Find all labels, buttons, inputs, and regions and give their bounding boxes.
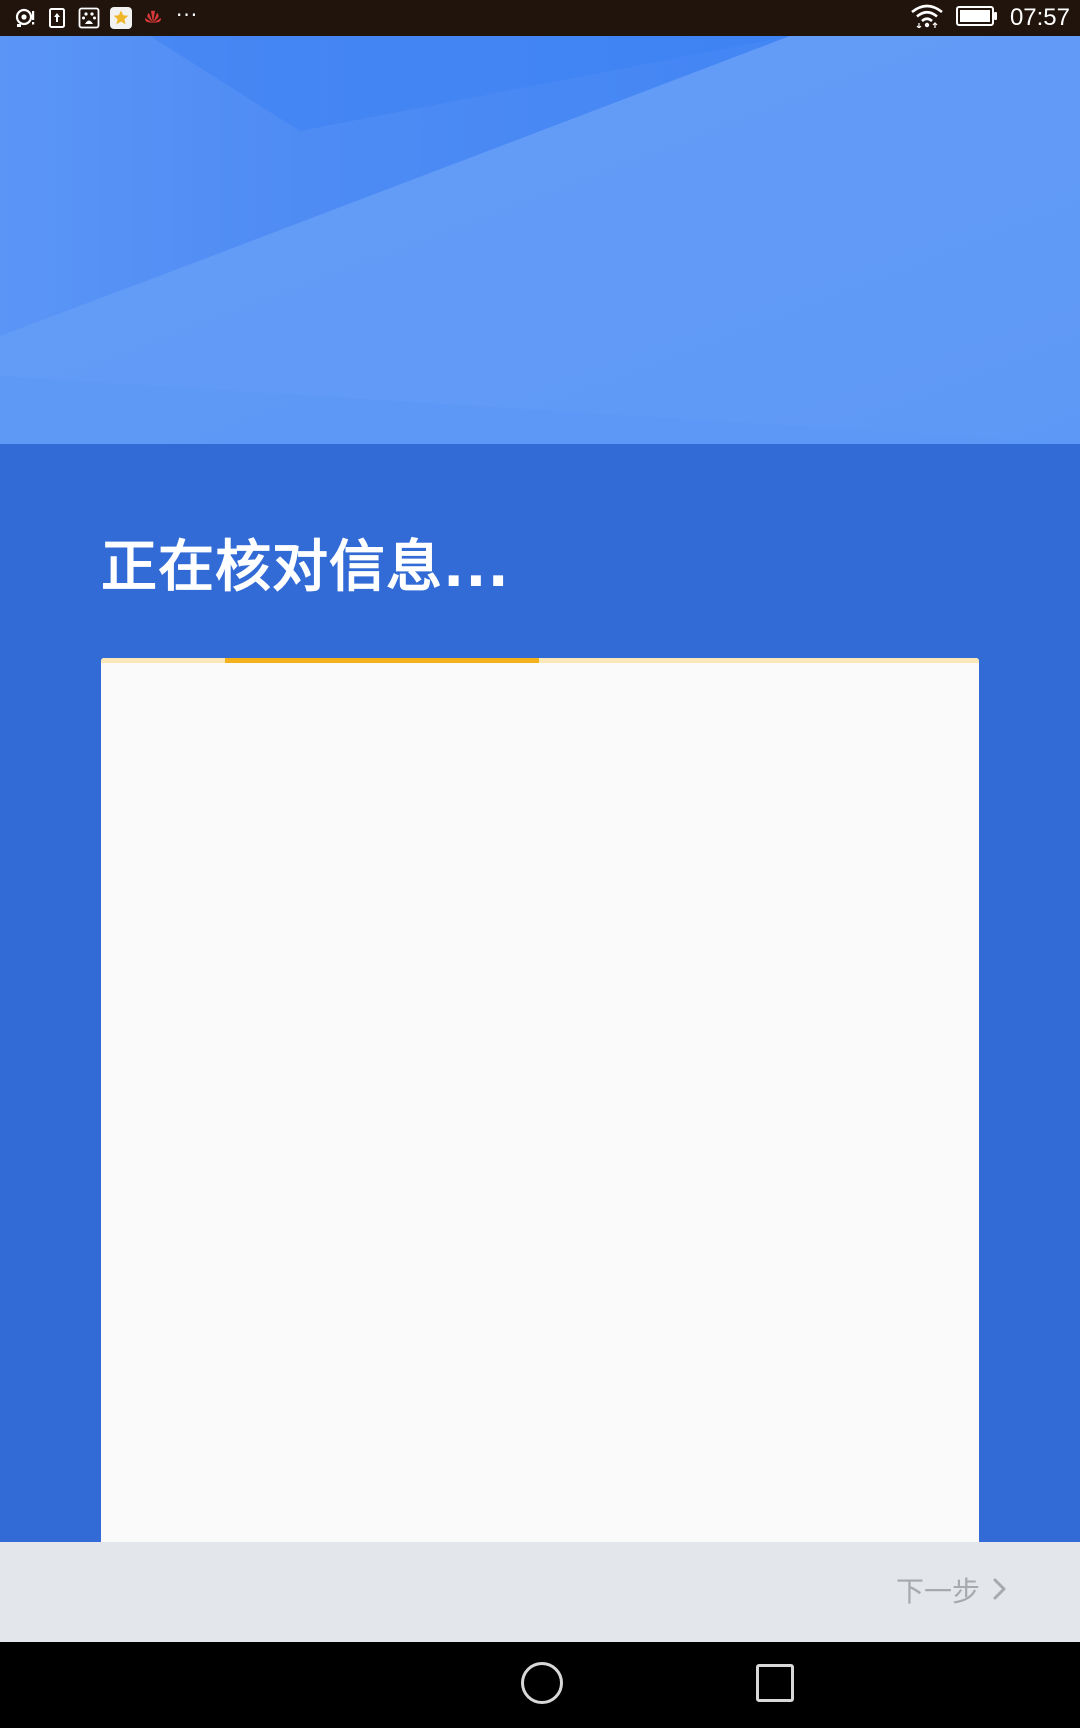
- notification-ring-icon: [14, 7, 36, 29]
- battery-icon: [955, 5, 998, 31]
- loading-progress-bar: [101, 658, 979, 663]
- header-banner: [0, 36, 1080, 444]
- more-notifications-indicator: ···: [176, 3, 199, 27]
- page-title: 正在核对信息...: [101, 535, 510, 600]
- wifi-icon: [910, 4, 944, 32]
- next-button[interactable]: 下一步: [896, 1570, 1008, 1614]
- bottom-bar: 下一步: [0, 1542, 1080, 1642]
- navigation-bar: [0, 1642, 1080, 1728]
- setup-screen: ··· 07:57 正在核对信息... 下一步: [0, 0, 1080, 1728]
- notification-icons: ···: [14, 4, 198, 32]
- next-button-label: 下一步: [895, 1575, 980, 1608]
- star-app-icon: [110, 7, 132, 29]
- header-decoration: [0, 36, 1080, 444]
- system-indicators: 07:57: [910, 4, 1070, 32]
- status-bar: ··· 07:57: [0, 0, 1080, 36]
- chevron-right-icon: [992, 1570, 1008, 1614]
- huawei-icon: [142, 7, 164, 29]
- home-button[interactable]: [521, 1662, 563, 1704]
- baidu-icon: [78, 7, 100, 29]
- progress-indicator: [225, 658, 539, 663]
- status-time: 07:57: [1009, 4, 1070, 31]
- content-card: [101, 658, 979, 1542]
- upload-icon: [46, 7, 68, 29]
- recents-button[interactable]: [756, 1664, 794, 1702]
